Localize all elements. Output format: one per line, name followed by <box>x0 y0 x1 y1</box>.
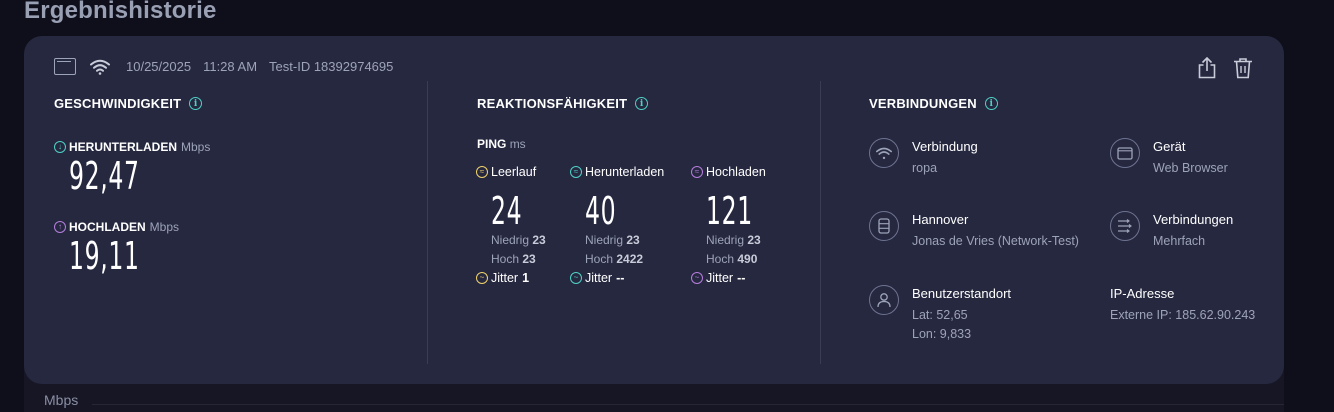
info-icon[interactable]: i <box>984 97 998 110</box>
result-date: 10/25/2025 <box>126 59 192 74</box>
upload-speed-value: 19,11 <box>69 234 140 278</box>
multi-connection-icon <box>1110 211 1140 241</box>
latitude: Lat: 52,65 <box>912 308 968 322</box>
info-icon[interactable]: i <box>635 97 649 110</box>
server-icon <box>869 211 899 241</box>
download-speed-value: 92,47 <box>69 154 140 198</box>
delete-button[interactable] <box>1232 56 1254 80</box>
ping-upload-value: 121 <box>706 189 753 233</box>
speed-title-text: GESCHWINDIGKEIT <box>54 96 182 111</box>
ping-idle-low: Niedrig 23 <box>491 233 546 247</box>
jitter-icon: ~ <box>691 272 703 284</box>
window-icon <box>54 58 76 75</box>
connections-title-text: VERBINDUNGEN <box>869 96 977 111</box>
download-icon: ≈ <box>570 166 582 178</box>
section-divider <box>427 81 428 364</box>
ping-upload-column: ≈ Hochladen 121 Niedrig 23 Hoch 490 ~ Jitt… <box>691 165 766 285</box>
ping-download-value: 40 <box>585 189 617 233</box>
connection-title: Verbindung <box>912 139 978 154</box>
ping-unit: ms <box>509 137 526 151</box>
ping-idle-high: Hoch 23 <box>491 252 536 266</box>
chart-axis-unit: Mbps <box>44 392 79 408</box>
download-label: HERUNTERLADEN <box>69 140 177 154</box>
ping-download-jitter: ~ Jitter -- <box>570 271 624 285</box>
ping-download-column: ≈ Herunterladen 40 Niedrig 23 Hoch 2422 ~… <box>570 165 665 285</box>
connection-value: ropa <box>912 161 938 175</box>
result-test-id: Test-ID 18392974695 <box>269 59 394 74</box>
upload-icon: ≈ <box>691 166 703 178</box>
speed-section-title: GESCHWINDIGKEIT i <box>54 96 203 111</box>
wifi-icon <box>90 59 110 75</box>
connections-mode-value: Mehrfach <box>1153 234 1206 248</box>
connections-section-title: VERBINDUNGEN i <box>869 96 998 111</box>
server-title: Hannover <box>912 212 969 227</box>
download-icon: ↓ <box>54 141 66 153</box>
browser-icon <box>1110 138 1140 168</box>
card-actions <box>1196 56 1254 80</box>
user-location-title: Benutzerstandort <box>912 286 1012 301</box>
jitter-icon: ~ <box>476 272 488 284</box>
section-divider <box>820 81 821 364</box>
result-meta: 10/25/2025 11:28 AM Test-ID 18392974695 <box>54 58 405 75</box>
result-card: 10/25/2025 11:28 AM Test-ID 18392974695 … <box>24 36 1284 384</box>
ping-upload-jitter: ~ Jitter -- <box>691 271 745 285</box>
upload-label: HOCHLADEN <box>69 220 146 234</box>
result-time: 11:28 AM <box>203 59 258 74</box>
ping-idle-column: ≈ Leerlauf 24 Niedrig 23 Hoch 23 ~ Jitter 1 <box>476 165 546 285</box>
connection-type: Verbindung ropa <box>869 138 978 178</box>
upload-label-row: ↑ HOCHLADEN Mbps <box>54 220 179 234</box>
ping-upload-label: Hochladen <box>706 165 766 179</box>
idle-icon: ≈ <box>476 166 488 178</box>
device-title: Gerät <box>1153 139 1186 154</box>
ip-address: IP-Adresse Externe IP: 185.62.90.243 <box>1110 285 1255 325</box>
ping-download-low: Niedrig 23 <box>585 233 640 247</box>
connections-mode-title: Verbindungen <box>1153 212 1234 227</box>
ping-download-label: Herunterladen <box>585 165 665 179</box>
upload-unit: Mbps <box>149 220 180 234</box>
ping-label: PING <box>477 137 507 151</box>
share-button[interactable] <box>1196 56 1218 80</box>
server-value: Jonas de Vries (Network-Test) <box>912 234 1079 248</box>
share-icon <box>1198 57 1216 79</box>
wifi-icon <box>869 138 899 168</box>
ping-idle-value: 24 <box>491 189 523 233</box>
chart-gridline <box>92 404 1284 405</box>
user-location: Benutzerstandort Lat: 52,65 Lon: 9,833 <box>869 285 1011 344</box>
ping-idle-label: Leerlauf <box>491 165 537 179</box>
user-location-coords: Lat: 52,65 Lon: 9,833 <box>912 306 1011 344</box>
jitter-icon: ~ <box>570 272 582 284</box>
ip-title: IP-Adresse <box>1110 286 1175 301</box>
device: Gerät Web Browser <box>1110 138 1228 178</box>
longitude: Lon: 9,833 <box>912 327 972 341</box>
ping-upload-low: Niedrig 23 <box>706 233 761 247</box>
info-icon[interactable]: i <box>189 97 203 110</box>
ping-idle-jitter: ~ Jitter 1 <box>476 271 529 285</box>
ping-header: PING ms <box>477 137 526 151</box>
ip-value: Externe IP: 185.62.90.243 <box>1110 308 1256 322</box>
download-unit: Mbps <box>181 140 211 154</box>
responsiveness-title-text: REAKTIONSFÄHIGKEIT <box>477 96 628 111</box>
user-icon <box>869 285 899 315</box>
connections-mode: Verbindungen Mehrfach <box>1110 211 1233 251</box>
page-title: Ergebnishistorie <box>24 0 217 24</box>
ping-upload-high: Hoch 490 <box>706 252 758 266</box>
trash-icon <box>1234 58 1252 79</box>
download-label-row: ↓ HERUNTERLADEN Mbps <box>54 140 210 154</box>
server: Hannover Jonas de Vries (Network-Test) <box>869 211 1079 251</box>
device-value: Web Browser <box>1153 161 1228 175</box>
upload-icon: ↑ <box>54 221 66 233</box>
responsiveness-section-title: REAKTIONSFÄHIGKEIT i <box>477 96 649 111</box>
ping-download-high: Hoch 2422 <box>585 252 644 266</box>
